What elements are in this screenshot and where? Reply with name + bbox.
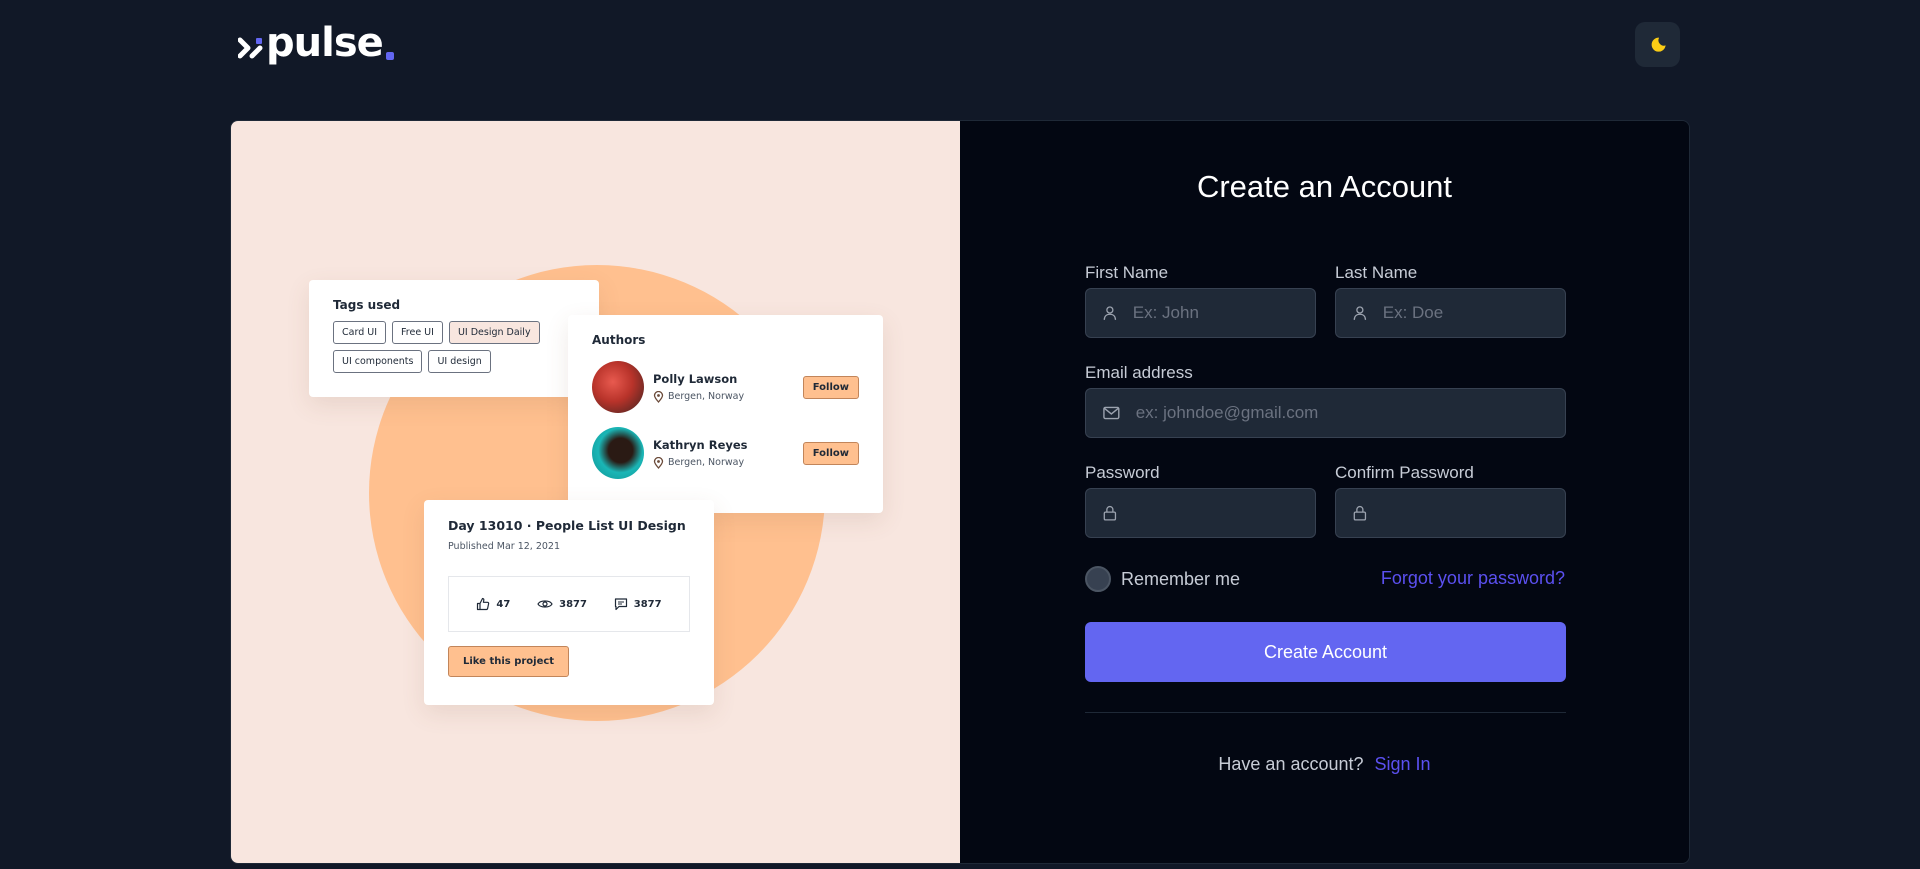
first-name-input[interactable] [1132, 303, 1315, 323]
first-name-label: First Name [1085, 263, 1169, 282]
comment-icon [614, 598, 627, 611]
form-title: Create an Account [1196, 169, 1453, 204]
divider [1085, 712, 1566, 713]
like-project-button: Like this project [448, 646, 570, 677]
author-row: Kathryn Reyes Bergen, Norway Follow [592, 427, 859, 479]
signup-card: Tags used Card UI Free UI UI Design Dail… [230, 120, 1690, 864]
project-title: Day 13010 · People List UI Design [448, 518, 686, 533]
first-name-field[interactable] [1085, 288, 1316, 338]
author-row: Polly Lawson Bergen, Norway Follow [592, 361, 859, 413]
theme-toggle-button[interactable] [1635, 22, 1680, 67]
create-account-button[interactable]: Create Account [1085, 622, 1566, 682]
author-name: Kathryn Reyes [653, 437, 748, 452]
last-name-label: Last Name [1335, 263, 1418, 282]
tag: UI design [428, 350, 491, 373]
project-stats: 47 3877 3877 [448, 576, 690, 632]
brand-logo[interactable]: pulse [238, 20, 394, 66]
tag: Card UI [333, 321, 386, 344]
views-count: 3877 [559, 598, 587, 610]
signup-form: Create an Account First Name Last Name E… [960, 121, 1689, 863]
remember-me-toggle[interactable]: Remember me [1085, 566, 1240, 592]
have-account-text: Have an account? [1218, 754, 1364, 774]
tags-title: Tags used [333, 298, 401, 312]
password-input[interactable] [1132, 503, 1315, 523]
confirm-password-input[interactable] [1382, 503, 1565, 523]
sign-in-row: Have an account? Sign In [960, 754, 1689, 775]
author-location: Bergen, Norway [668, 391, 745, 402]
user-icon [1353, 306, 1367, 320]
follow-button: Follow [802, 441, 859, 465]
logo-mark-icon [238, 37, 263, 59]
confirm-password-label: Confirm Password [1335, 463, 1474, 482]
mail-icon [1103, 406, 1120, 420]
user-icon [1103, 306, 1117, 320]
location-pin-icon [653, 390, 664, 403]
email-field[interactable] [1085, 388, 1566, 438]
confirm-password-field[interactable] [1335, 488, 1566, 538]
author-name: Polly Lawson [653, 371, 738, 386]
tags-list: Card UI Free UI UI Design Daily UI compo… [333, 321, 575, 373]
sign-in-link[interactable]: Sign In [1375, 754, 1431, 774]
thumbs-up-icon [477, 597, 490, 611]
email-label: Email address [1085, 363, 1193, 382]
eye-icon [537, 600, 553, 608]
avatar [592, 427, 644, 479]
likes-count: 47 [496, 598, 511, 610]
tag: Free UI [392, 321, 443, 344]
illustration-panel: Tags used Card UI Free UI UI Design Dail… [231, 121, 960, 863]
avatar [592, 361, 644, 413]
brand-name: pulse [266, 20, 384, 66]
authors-title: Authors [592, 333, 646, 347]
brand-dot [385, 52, 394, 60]
comments-count: 3877 [633, 598, 662, 610]
lock-icon [1353, 505, 1367, 521]
email-input[interactable] [1135, 403, 1565, 423]
tags-card: Tags used Card UI Free UI UI Design Dail… [309, 280, 599, 397]
author-location: Bergen, Norway [668, 457, 745, 468]
project-published: Published Mar 12, 2021 [448, 541, 561, 552]
password-label: Password [1085, 463, 1160, 482]
last-name-field[interactable] [1335, 288, 1566, 338]
remember-me-label: Remember me [1121, 568, 1241, 589]
password-field[interactable] [1085, 488, 1316, 538]
authors-card: Authors Polly Lawson Bergen, Norway Foll… [568, 315, 883, 513]
forgot-password-link[interactable]: Forgot your password? [1381, 568, 1565, 589]
remember-me-radio[interactable] [1085, 566, 1111, 592]
tag: UI components [333, 350, 423, 373]
lock-icon [1103, 505, 1117, 521]
moon-icon [1651, 37, 1666, 52]
last-name-input[interactable] [1382, 303, 1565, 323]
follow-button: Follow [802, 375, 859, 399]
tag: UI Design Daily [448, 321, 540, 344]
project-card: Day 13010 · People List UI Design Publis… [424, 500, 714, 705]
location-pin-icon [653, 456, 664, 469]
